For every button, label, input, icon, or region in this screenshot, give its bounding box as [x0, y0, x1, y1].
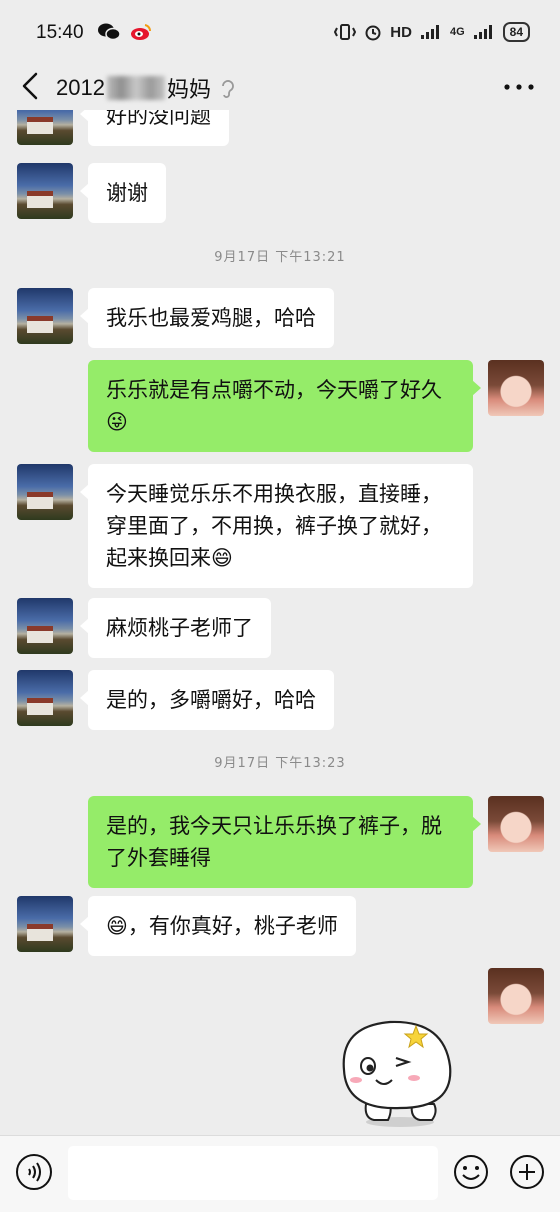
message-text: 😄，有你真好，桃子老师: [106, 914, 338, 938]
message-text: 是的，我今天只让乐乐换了裤子，脱了外套睡得: [106, 814, 442, 870]
message-text: 麻烦桃子老师了: [106, 616, 253, 640]
chat-title-suffix: 妈妈: [166, 77, 211, 102]
message-bubble-received[interactable]: 好的没问题: [80, 110, 229, 146]
message-text: 是的，多嚼嚼好，哈哈: [106, 688, 316, 712]
status-time: 15:40: [36, 22, 84, 43]
emoji-icon[interactable]: [452, 1153, 490, 1191]
message-bubble-received[interactable]: 谢谢: [80, 163, 166, 223]
contact-avatar[interactable]: [17, 464, 73, 520]
chat-header: 2012 妈妈: [0, 64, 560, 110]
message-text: 今天睡觉乐乐不用换衣服，直接睡，穿里面了，不用换，裤子换了就好，起来换回来😄: [106, 482, 442, 570]
status-right-group: HD 4G 84: [334, 22, 530, 42]
timestamp-divider: 9月17日 下午13:21: [214, 250, 346, 265]
contact-avatar[interactable]: [17, 670, 73, 726]
message-bubble-received[interactable]: 我乐也最爱鸡腿，哈哈: [80, 288, 334, 348]
my-avatar[interactable]: [488, 360, 544, 416]
status-app-icons: [98, 23, 152, 41]
message-input[interactable]: [68, 1146, 438, 1200]
network-4g-label: 4G: [449, 26, 465, 38]
ear-receiver-mode-icon: [222, 80, 234, 98]
contact-avatar[interactable]: [17, 110, 73, 145]
back-arrow-icon[interactable]: [16, 68, 46, 104]
contact-avatar[interactable]: [17, 598, 73, 654]
message-bubble-sent[interactable]: 乐乐就是有点嚼不动，今天嚼了好久😜: [88, 360, 481, 452]
message-text: 谢谢: [106, 181, 148, 205]
plus-icon[interactable]: [508, 1153, 546, 1191]
my-avatar[interactable]: [488, 796, 544, 852]
vibrate-icon: [334, 24, 357, 40]
status-bar: 15:40 HD 4G 84: [0, 0, 560, 64]
hd-label: HD: [390, 23, 412, 41]
winking-bun-sticker[interactable]: [334, 1008, 464, 1128]
message-bubble-received[interactable]: 麻烦桃子老师了: [80, 598, 271, 658]
message-text: 乐乐就是有点嚼不动，今天嚼了好久😜: [106, 378, 442, 434]
weibo-notification-icon: [131, 24, 152, 40]
chat-title: 2012 妈妈: [56, 72, 235, 104]
message-text: 好的没问题: [106, 110, 211, 128]
signal-icon-2: [473, 25, 492, 39]
redacted-name-block: [106, 76, 165, 100]
message-bubble-received[interactable]: 是的，多嚼嚼好，哈哈: [80, 670, 334, 730]
message-text: 我乐也最爱鸡腿，哈哈: [106, 306, 316, 330]
contact-avatar[interactable]: [17, 288, 73, 344]
message-bubble-sent[interactable]: 是的，我今天只让乐乐换了裤子，脱了外套睡得: [88, 796, 481, 888]
battery-indicator: 84: [502, 22, 530, 42]
contact-avatar[interactable]: [17, 896, 73, 952]
voice-input-icon[interactable]: [14, 1152, 54, 1192]
my-avatar[interactable]: [488, 968, 544, 1024]
timestamp-divider: 9月17日 下午13:23: [214, 756, 346, 771]
chat-message-list[interactable]: 好的没问题 谢谢 9月17日 下午13:21 我乐也最爱鸡腿，哈哈 乐乐就是有点…: [0, 110, 560, 1135]
contact-avatar[interactable]: [17, 163, 73, 219]
chat-title-prefix: 2012: [56, 75, 105, 100]
input-toolbar: [0, 1135, 560, 1212]
alarm-icon: [365, 25, 381, 41]
more-options-icon[interactable]: [502, 80, 536, 94]
message-bubble-received[interactable]: 今天睡觉乐乐不用换衣服，直接睡，穿里面了，不用换，裤子换了就好，起来换回来😄: [80, 464, 473, 588]
signal-icon: [420, 25, 439, 39]
wechat-notification-icon: [98, 23, 120, 41]
message-bubble-received[interactable]: 😄，有你真好，桃子老师: [80, 896, 356, 956]
